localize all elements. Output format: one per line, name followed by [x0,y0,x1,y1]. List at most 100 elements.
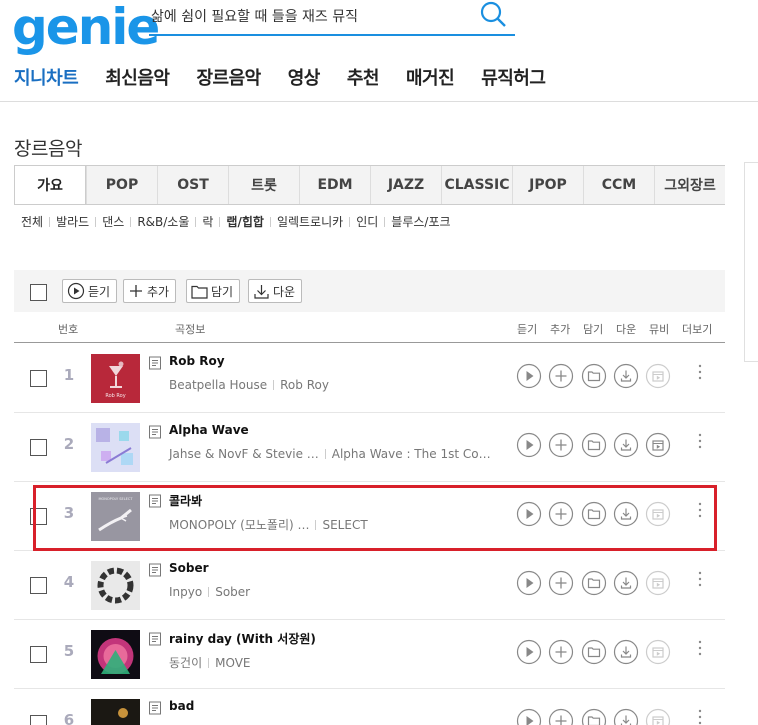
sub-genre-link[interactable]: 전체 [21,213,43,230]
folder-icon[interactable] [581,570,607,596]
sub-genre-separator [49,216,51,227]
download-icon[interactable] [613,708,639,725]
song-artist[interactable]: 동건이 [169,654,202,671]
song-row[interactable]: 1 Rob Roy Rob Roy Beatpella House Rob Roy [14,344,725,413]
genre-tab[interactable]: CCM [583,166,654,204]
sub-genre-link[interactable]: 댄스 [102,213,124,230]
song-checkbox[interactable] [30,715,47,725]
song-album[interactable]: Alpha Wave : The 1st Co… [332,447,491,461]
genre-tab[interactable]: JAZZ [370,166,441,204]
song-row[interactable]: 6 bad [14,689,725,725]
song-rank: 5 [63,642,75,660]
more-options-icon[interactable] [697,707,703,725]
play-icon[interactable] [516,639,542,665]
nav-item-new-music[interactable]: 최신음악 [105,64,170,90]
song-row[interactable]: 4 Sober Inpyo Sober [14,551,725,620]
genre-tab[interactable]: OST [157,166,228,204]
lyrics-icon[interactable] [148,425,162,439]
more-options-icon[interactable] [697,431,703,451]
song-artist[interactable]: Inpyo [169,585,202,599]
download-icon[interactable] [613,639,639,665]
plus-icon[interactable] [548,363,574,389]
play-icon[interactable] [516,432,542,458]
song-row[interactable]: 5 rainy day (With 서장원) 동건이 MOVE [14,620,725,689]
save-button[interactable]: 담기 [186,279,241,303]
lyrics-icon[interactable] [148,632,162,646]
album-art[interactable] [91,423,140,472]
song-title[interactable]: Sober [169,561,209,575]
song-album[interactable]: Sober [215,585,250,599]
lyrics-icon[interactable] [148,356,162,370]
download-icon[interactable] [613,363,639,389]
more-options-icon[interactable] [697,569,703,589]
sub-genre-link[interactable]: R&B/소울 [137,213,189,230]
song-title[interactable]: rainy day (With 서장원) [169,630,316,647]
album-art[interactable]: Rob Roy [91,354,140,403]
nav-item-magazine[interactable]: 매거진 [406,64,455,90]
song-artist[interactable]: Beatpella House [169,378,267,392]
plus-icon[interactable] [548,432,574,458]
lyrics-icon[interactable] [148,701,162,715]
song-checkbox[interactable] [30,370,47,387]
sub-genre-link[interactable]: 발라드 [56,213,89,230]
folder-icon[interactable] [581,363,607,389]
genre-tab[interactable]: 트롯 [228,166,299,204]
album-art[interactable] [91,561,140,610]
song-row[interactable]: 2 Alpha Wave Jahse & NovF & Stevie … Alpha … [14,413,725,482]
genre-tab[interactable]: JPOP [512,166,583,204]
nav-item-music-hug[interactable]: 뮤직허그 [481,64,546,90]
genre-tab[interactable]: POP [86,166,157,204]
nav-item-genre-music[interactable]: 장르음악 [197,64,262,90]
nav-item-recommend[interactable]: 추천 [347,64,380,90]
album-art[interactable] [91,699,140,725]
song-album[interactable]: Rob Roy [280,378,329,392]
meta-separator [208,587,210,597]
sub-genre-link[interactable]: 블루스/포크 [391,213,450,230]
song-title[interactable]: Rob Roy [169,354,225,368]
song-checkbox[interactable] [30,439,47,456]
folder-icon[interactable] [581,639,607,665]
play-icon[interactable] [516,708,542,725]
song-checkbox[interactable] [30,646,47,663]
sub-genre-link[interactable]: 인디 [356,213,378,230]
add-button[interactable]: 추가 [123,279,177,303]
song-album[interactable]: MOVE [215,656,250,670]
genre-tab[interactable]: EDM [299,166,370,204]
download-button[interactable]: 다운 [248,279,303,303]
song-artist[interactable]: Jahse & NovF & Stevie … [169,447,319,461]
search-box [149,0,515,36]
download-icon[interactable] [613,570,639,596]
more-options-icon[interactable] [697,638,703,658]
lyrics-icon[interactable] [148,563,162,577]
folder-icon[interactable] [581,432,607,458]
nav-item-video[interactable]: 영상 [288,64,321,90]
sub-genre-separator [384,216,386,227]
album-art[interactable] [91,630,140,679]
song-title[interactable]: bad [169,699,194,713]
search-icon[interactable] [479,0,507,28]
meta-separator [324,449,326,459]
plus-icon[interactable] [548,570,574,596]
genre-tab[interactable]: 가요 [14,166,86,204]
sub-genre-link[interactable]: 일렉트로니카 [277,213,343,230]
song-checkbox[interactable] [30,577,47,594]
play-icon[interactable] [516,570,542,596]
song-title[interactable]: Alpha Wave [169,423,249,437]
download-icon[interactable] [613,432,639,458]
music-video-icon[interactable] [645,432,671,458]
genie-logo[interactable]: genie [12,0,160,56]
more-options-icon[interactable] [697,362,703,382]
sub-genre-link[interactable]: 락 [202,213,213,230]
play-icon[interactable] [516,363,542,389]
plus-icon[interactable] [548,708,574,725]
folder-icon[interactable] [581,708,607,725]
genre-tab[interactable]: CLASSIC [441,166,512,204]
listen-button[interactable]: 듣기 [62,279,118,303]
music-video-icon [645,363,671,389]
nav-item-genie-chart[interactable]: 지니차트 [14,64,79,90]
search-input[interactable] [151,4,471,28]
select-all-checkbox[interactable] [30,284,47,301]
plus-icon[interactable] [548,639,574,665]
sub-genre-link[interactable]: 랩/힙합 [226,213,264,230]
genre-tab[interactable]: 그외장르 [654,166,725,204]
